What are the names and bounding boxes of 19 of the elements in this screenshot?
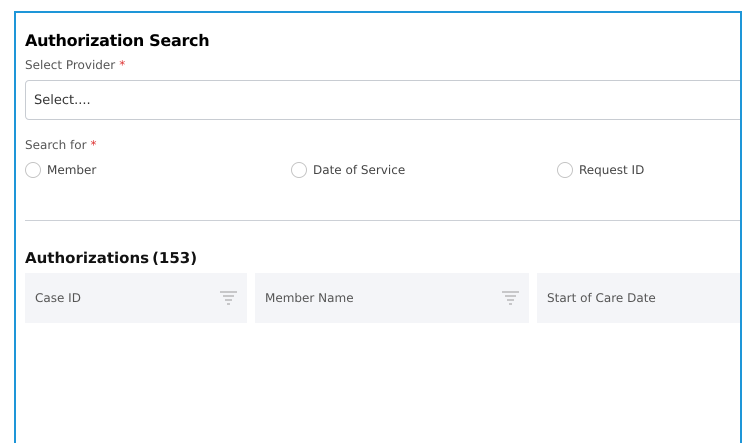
provider-select[interactable]: Select.... <box>25 80 740 120</box>
column-header[interactable]: Start of Care Date <box>537 273 740 323</box>
filter-icon[interactable] <box>220 291 237 305</box>
filter-icon[interactable] <box>502 291 519 305</box>
radio-icon[interactable] <box>557 162 573 178</box>
field-label: Search for <box>25 138 87 152</box>
column-header[interactable]: Case ID <box>25 273 247 323</box>
radio-icon[interactable] <box>291 162 307 178</box>
result-count: (153) <box>152 249 198 267</box>
radio-option[interactable]: Member <box>25 162 291 178</box>
required-mark: * <box>90 138 97 152</box>
field-label: Select Provider <box>25 58 116 72</box>
required-mark: * <box>119 58 126 72</box>
column-header[interactable]: Member Name <box>255 273 529 323</box>
radio-option[interactable]: Date of Service <box>291 162 557 178</box>
radio-option[interactable]: Request ID <box>557 162 740 178</box>
section-title: Authorizations <box>25 249 150 267</box>
page-title: Authorization Search <box>25 31 210 50</box>
radio-icon[interactable] <box>25 162 41 178</box>
